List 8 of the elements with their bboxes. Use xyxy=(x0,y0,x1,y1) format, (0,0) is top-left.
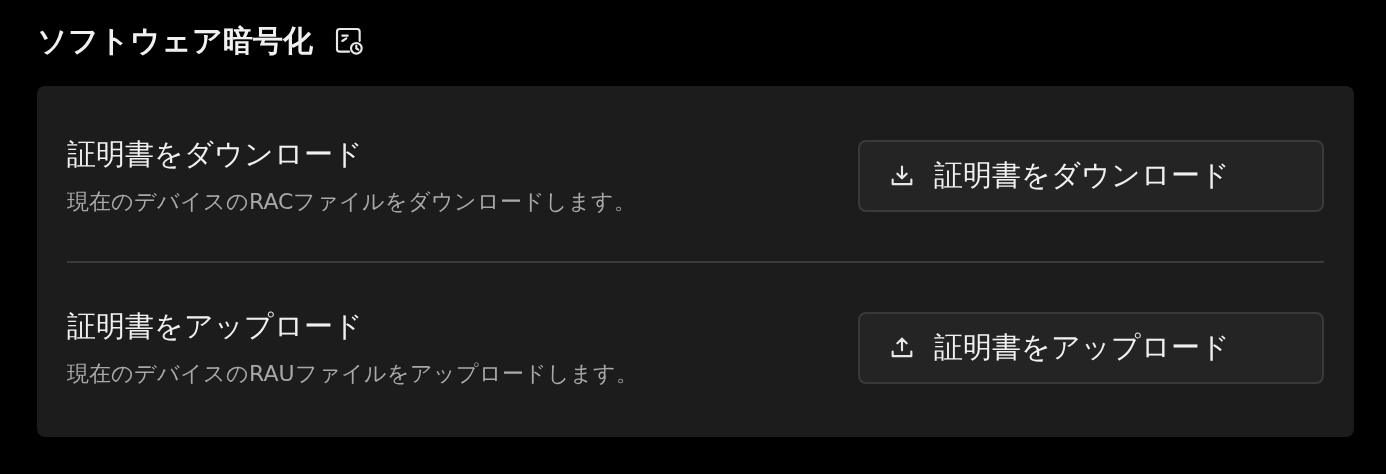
certificate-clock-icon[interactable] xyxy=(333,25,365,57)
setting-description: 現在のデバイスのRACファイルをダウンロードします。 xyxy=(67,187,637,216)
setting-title: 証明書をアップロード xyxy=(67,307,364,345)
upload-button[interactable]: 証明書をアップロード xyxy=(858,311,1324,384)
setting-description: 現在のデバイスのRAUファイルをアップロードします。 xyxy=(67,359,638,388)
section-title: ソフトウェア暗号化 xyxy=(37,21,313,60)
setting-title: 証明書をダウンロード xyxy=(67,135,364,173)
download-button[interactable]: 証明書をダウンロード xyxy=(858,139,1324,212)
